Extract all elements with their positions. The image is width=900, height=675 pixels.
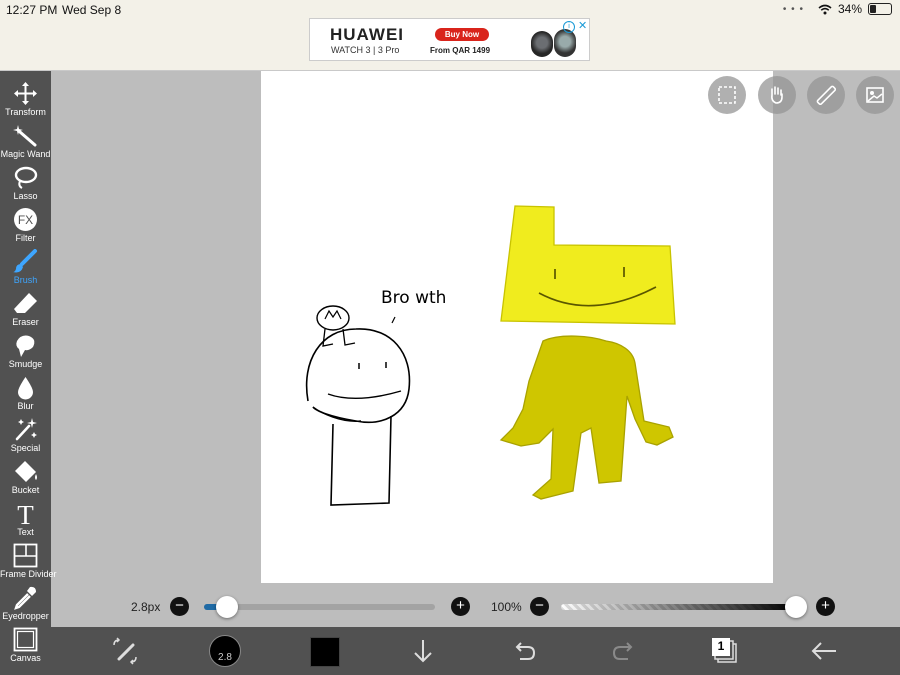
tool-label: Lasso bbox=[13, 191, 38, 201]
tool-lasso[interactable]: Lasso bbox=[0, 163, 51, 205]
hand-icon bbox=[771, 86, 783, 104]
fx-filter-icon: FX bbox=[14, 208, 37, 231]
redo-icon[interactable] bbox=[608, 635, 640, 667]
drawing-canvas[interactable]: Bro wth bbox=[261, 71, 773, 583]
ad-model: WATCH 3 | 3 Pro bbox=[331, 45, 400, 55]
transform-icon bbox=[14, 82, 37, 105]
ad-close-icon[interactable]: ✕ bbox=[578, 19, 587, 32]
tool-label: Blur bbox=[17, 401, 34, 411]
tool-label: Text bbox=[17, 527, 34, 537]
ad-buy-now-button[interactable]: Buy Now bbox=[435, 28, 489, 41]
status-indicators: • • • 34% bbox=[783, 2, 892, 16]
handwritten-text: Bro wth bbox=[381, 288, 446, 308]
status-date: Wed Sep 8 bbox=[62, 3, 122, 17]
opacity-knob[interactable] bbox=[785, 596, 807, 618]
tool-blur[interactable]: Blur bbox=[0, 373, 51, 415]
marquee-select-icon bbox=[718, 86, 736, 104]
smudge-icon bbox=[16, 335, 35, 357]
wifi-icon bbox=[818, 4, 832, 14]
opacity-decrease-button[interactable]: − bbox=[530, 597, 549, 616]
opacity-slider[interactable] bbox=[561, 604, 796, 610]
tool-eraser[interactable]: Eraser bbox=[0, 289, 51, 331]
brush-size-badge: 2.8 bbox=[218, 652, 232, 663]
tool-transform[interactable]: Transform bbox=[0, 79, 51, 121]
tool-label: Magic Wand bbox=[0, 149, 51, 159]
layers-button[interactable]: 1 bbox=[709, 635, 741, 667]
brush-size-increase-button[interactable]: + bbox=[451, 597, 470, 616]
tool-label: Transform bbox=[5, 107, 46, 117]
tool-brush[interactable]: Brush bbox=[0, 247, 51, 289]
brush-size-decrease-button[interactable]: − bbox=[170, 597, 189, 616]
bucket-icon bbox=[15, 461, 37, 482]
tool-magic-wand[interactable]: Magic Wand bbox=[0, 121, 51, 163]
hand-tool-button[interactable] bbox=[758, 76, 796, 114]
layer-count: 1 bbox=[717, 639, 725, 653]
tool-frame-divider[interactable]: Frame Divider bbox=[0, 541, 57, 583]
tool-eyedropper[interactable]: Eyedropper bbox=[0, 583, 51, 625]
blur-icon bbox=[18, 377, 33, 400]
top-banner-area: 12:27 PM Wed Sep 8 • • • 34% HUAWEI WATC… bbox=[0, 0, 900, 71]
brush-size-knob[interactable] bbox=[216, 596, 239, 618]
tool-bucket[interactable]: Bucket bbox=[0, 457, 51, 499]
tool-label: Special bbox=[10, 443, 41, 453]
battery-percent: 34% bbox=[837, 2, 862, 16]
ad-brand: HUAWEI bbox=[330, 25, 404, 44]
color-picker-button[interactable] bbox=[310, 637, 340, 667]
tool-label: Eyedropper bbox=[2, 611, 49, 621]
bottom-toolbar: 2.8 1 bbox=[51, 627, 900, 675]
brush-size-preview-button[interactable]: 2.8 bbox=[209, 635, 241, 667]
status-time: 12:27 PM bbox=[6, 3, 58, 17]
opacity-increase-button[interactable]: + bbox=[816, 597, 835, 616]
tool-filter[interactable]: FX Filter bbox=[0, 205, 51, 247]
tool-sidebar: Transform Magic Wand Lasso FX Filter Bru… bbox=[0, 71, 57, 675]
special-icon bbox=[15, 418, 37, 441]
tool-label: Filter bbox=[15, 233, 36, 243]
reference-image-button[interactable] bbox=[856, 76, 894, 114]
tool-label: Frame Divider bbox=[0, 569, 57, 579]
undo-icon[interactable] bbox=[508, 635, 540, 667]
ruler-button[interactable] bbox=[807, 76, 845, 114]
ad-banner[interactable]: HUAWEI WATCH 3 | 3 Pro Buy Now From QAR … bbox=[309, 18, 590, 61]
back-arrow-icon[interactable] bbox=[808, 635, 840, 667]
ad-price: From QAR 1499 bbox=[430, 46, 491, 55]
tool-label: Brush bbox=[13, 275, 38, 285]
magic-wand-icon bbox=[13, 125, 37, 147]
battery-icon bbox=[868, 3, 892, 15]
tool-canvas[interactable]: Canvas bbox=[0, 625, 51, 667]
tool-text[interactable]: T Text bbox=[0, 499, 51, 541]
lasso-icon bbox=[14, 166, 38, 189]
ad-info-icon[interactable]: i bbox=[563, 21, 575, 33]
svg-text:FX: FX bbox=[18, 213, 33, 227]
tool-label: Smudge bbox=[8, 359, 43, 369]
brush-swap-icon[interactable] bbox=[109, 635, 141, 667]
eraser-icon bbox=[14, 293, 37, 313]
download-arrow-icon[interactable] bbox=[407, 635, 439, 667]
brush-size-slider[interactable] bbox=[204, 604, 435, 610]
canvas-icon bbox=[13, 627, 38, 652]
tool-label: Canvas bbox=[10, 653, 41, 663]
brush-size-label: 2.8px bbox=[131, 600, 161, 614]
eyedropper-icon bbox=[14, 586, 36, 610]
tool-special[interactable]: Special bbox=[0, 415, 51, 457]
text-icon: T bbox=[17, 501, 34, 526]
image-icon bbox=[866, 87, 884, 103]
tool-smudge[interactable]: Smudge bbox=[0, 331, 51, 373]
ruler-icon bbox=[816, 85, 836, 105]
artwork: Bro wth bbox=[305, 205, 676, 506]
tool-label: Bucket bbox=[11, 485, 40, 495]
brush-icon bbox=[13, 249, 37, 273]
multitask-dots-icon: • • • bbox=[782, 3, 804, 15]
frame-divider-icon bbox=[13, 543, 38, 568]
ad-watch-image bbox=[554, 29, 576, 57]
selection-button[interactable] bbox=[708, 76, 746, 114]
tool-label: Eraser bbox=[12, 317, 39, 327]
ad-watch-image bbox=[531, 31, 553, 57]
brush-settings-row: 2.8px − + 100% − + bbox=[51, 594, 900, 620]
svg-text:T: T bbox=[17, 501, 34, 526]
opacity-label: 100% bbox=[491, 600, 522, 614]
